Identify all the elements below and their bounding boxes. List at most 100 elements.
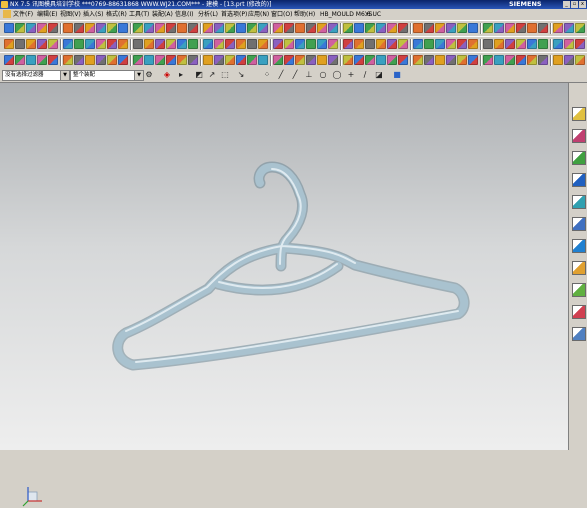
trim-icon[interactable] bbox=[118, 23, 128, 33]
snap-intersection-icon[interactable]: ⊥ bbox=[304, 70, 314, 80]
curve-icon[interactable] bbox=[365, 23, 375, 33]
pattern-icon[interactable] bbox=[516, 23, 526, 33]
surface-icon[interactable] bbox=[354, 23, 364, 33]
render-icon[interactable] bbox=[37, 39, 47, 49]
snap-point-icon[interactable]: + bbox=[346, 70, 356, 80]
feature-icon[interactable] bbox=[516, 55, 526, 65]
menu-window[interactable]: 窗口(O) bbox=[271, 9, 292, 20]
revolve-icon[interactable] bbox=[343, 55, 353, 65]
general-selection-icon[interactable]: ⚙ bbox=[144, 70, 154, 80]
analysis-icon[interactable] bbox=[214, 39, 224, 49]
analysis-icon[interactable] bbox=[424, 39, 434, 49]
sketch-icon[interactable] bbox=[15, 23, 25, 33]
blend-icon[interactable] bbox=[483, 23, 493, 33]
feature-icon[interactable] bbox=[306, 55, 316, 65]
sketch-icon[interactable] bbox=[483, 39, 493, 49]
shell-icon[interactable] bbox=[177, 55, 187, 65]
menu-view[interactable]: 视图(V) bbox=[60, 9, 81, 20]
curve-rule-icon[interactable]: ↗ bbox=[207, 70, 217, 80]
hole-icon[interactable] bbox=[96, 39, 106, 49]
curve-icon[interactable] bbox=[37, 55, 47, 65]
extrude-icon[interactable] bbox=[538, 55, 548, 65]
menu-file[interactable]: 文件(F) bbox=[13, 9, 33, 20]
shell-icon[interactable] bbox=[295, 23, 305, 33]
extrude-icon[interactable] bbox=[236, 23, 246, 33]
curve-icon[interactable] bbox=[155, 23, 165, 33]
pattern-icon[interactable] bbox=[306, 23, 316, 33]
analysis-icon[interactable] bbox=[258, 55, 268, 65]
view-icon[interactable] bbox=[483, 55, 493, 65]
surface-icon[interactable] bbox=[446, 55, 456, 65]
reuse-library-icon[interactable] bbox=[572, 151, 586, 165]
curve-icon[interactable] bbox=[413, 39, 423, 49]
shell-icon[interactable] bbox=[85, 23, 95, 33]
extrude-icon[interactable] bbox=[328, 55, 338, 65]
graphics-window[interactable] bbox=[0, 83, 568, 507]
trim-icon[interactable] bbox=[166, 39, 176, 49]
extrude-icon[interactable] bbox=[74, 39, 84, 49]
extrude-icon[interactable] bbox=[26, 23, 36, 33]
extrude-icon[interactable] bbox=[494, 39, 504, 49]
feature-icon[interactable] bbox=[48, 39, 58, 49]
view-icon[interactable] bbox=[273, 55, 283, 65]
menu-application[interactable]: 应用(N) bbox=[248, 9, 269, 20]
sketch-icon[interactable] bbox=[225, 23, 235, 33]
view-icon[interactable] bbox=[435, 39, 445, 49]
feature-icon[interactable] bbox=[4, 23, 14, 33]
menu-format[interactable]: 格式(R) bbox=[106, 9, 127, 20]
trim-icon[interactable] bbox=[328, 23, 338, 33]
chamfer-icon[interactable] bbox=[284, 23, 294, 33]
hole-icon[interactable] bbox=[144, 55, 154, 65]
pattern-icon[interactable] bbox=[188, 55, 198, 65]
mirror-icon[interactable] bbox=[107, 23, 117, 33]
shell-icon[interactable] bbox=[553, 39, 563, 49]
blend-icon[interactable] bbox=[155, 55, 165, 65]
render-icon[interactable] bbox=[85, 55, 95, 65]
layer-icon[interactable] bbox=[284, 55, 294, 65]
pattern-icon[interactable] bbox=[144, 39, 154, 49]
pattern-icon[interactable] bbox=[564, 39, 574, 49]
hanger-model[interactable] bbox=[0, 83, 568, 450]
layer-icon[interactable] bbox=[188, 23, 198, 33]
window-menu-icon[interactable] bbox=[3, 10, 11, 18]
view-icon[interactable] bbox=[177, 23, 187, 33]
mirror-icon[interactable] bbox=[413, 55, 423, 65]
face-rule-icon[interactable]: ⬚ bbox=[220, 70, 230, 80]
view-icon[interactable] bbox=[387, 23, 397, 33]
revolve-icon[interactable] bbox=[37, 23, 47, 33]
boolean-icon[interactable] bbox=[15, 55, 25, 65]
curve-icon[interactable] bbox=[457, 55, 467, 65]
mirror-icon[interactable] bbox=[317, 23, 327, 33]
sketch-icon[interactable] bbox=[317, 55, 327, 65]
render-icon[interactable] bbox=[505, 55, 515, 65]
revolve-icon[interactable] bbox=[85, 39, 95, 49]
chevron-down-icon[interactable]: ▼ bbox=[134, 71, 143, 80]
feature-icon[interactable] bbox=[424, 23, 434, 33]
trim-icon[interactable] bbox=[424, 55, 434, 65]
cube-view-icon[interactable]: ■ bbox=[392, 70, 402, 80]
sketch-icon[interactable] bbox=[63, 39, 73, 49]
revolve-icon[interactable] bbox=[505, 39, 515, 49]
blend-icon[interactable] bbox=[273, 23, 283, 33]
menu-analysis[interactable]: 分析(L) bbox=[198, 9, 218, 20]
edge-rule-icon[interactable]: ↘ bbox=[236, 70, 246, 80]
web-browser-icon[interactable] bbox=[572, 195, 586, 209]
blend-icon[interactable] bbox=[317, 39, 327, 49]
mirror-icon[interactable] bbox=[203, 55, 213, 65]
menu-information[interactable]: 信息(I) bbox=[175, 9, 193, 20]
surface-icon[interactable] bbox=[26, 55, 36, 65]
curve-icon[interactable] bbox=[247, 55, 257, 65]
chamfer-icon[interactable] bbox=[328, 39, 338, 49]
blend-icon[interactable] bbox=[527, 39, 537, 49]
system-materials-icon[interactable] bbox=[572, 239, 586, 253]
analysis-icon[interactable] bbox=[48, 55, 58, 65]
boolean-icon[interactable] bbox=[133, 23, 143, 33]
curve-icon[interactable] bbox=[203, 39, 213, 49]
snap-endpoint-icon[interactable]: ⁘ bbox=[262, 70, 272, 80]
layer-icon[interactable] bbox=[74, 55, 84, 65]
mirror-icon[interactable] bbox=[575, 39, 585, 49]
hole-icon[interactable] bbox=[354, 55, 364, 65]
blend-icon[interactable] bbox=[365, 55, 375, 65]
mirror-icon[interactable] bbox=[155, 39, 165, 49]
manufacturing-wizards-icon[interactable] bbox=[572, 283, 586, 297]
